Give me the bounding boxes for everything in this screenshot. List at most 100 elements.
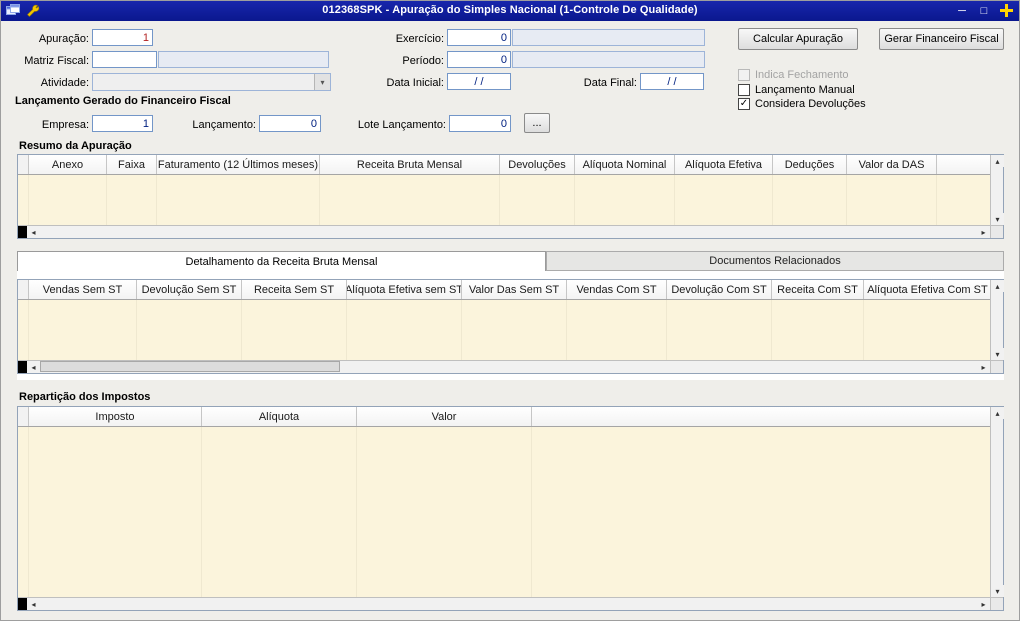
data-final-input[interactable]: / /: [640, 73, 704, 90]
empresa-label: Empresa:: [41, 119, 89, 131]
horizontal-scrollbar[interactable]: ◂ ▸: [18, 597, 990, 610]
system-window-icon[interactable]: [6, 4, 20, 18]
lancamento-input[interactable]: 0: [259, 115, 321, 132]
column-header[interactable]: Imposto: [29, 407, 202, 426]
matriz-fiscal-input[interactable]: [92, 51, 157, 68]
lote-lancamento-input[interactable]: 0: [449, 115, 511, 132]
exercicio-input[interactable]: 0: [447, 29, 511, 46]
detalhamento-grid: Vendas Sem ST Devolução Sem ST Receita S…: [17, 279, 1004, 374]
column-header[interactable]: Anexo: [29, 155, 107, 174]
checkbox-label: Considera Devoluções: [755, 98, 866, 110]
empresa-input[interactable]: 1: [92, 115, 153, 132]
column-header[interactable]: Devolução Com ST: [667, 280, 772, 299]
scroll-down-icon[interactable]: ▾: [991, 213, 1004, 225]
resumo-grid: Anexo Faixa Faturamento (12 Últimos mese…: [17, 154, 1004, 239]
horizontal-scrollbar[interactable]: ◂ ▸: [18, 360, 990, 373]
resumo-grid-header: Anexo Faixa Faturamento (12 Últimos mese…: [18, 155, 990, 175]
horizontal-scrollbar[interactable]: ◂ ▸: [18, 225, 990, 238]
column-header[interactable]: Receita Com ST: [772, 280, 864, 299]
column-header[interactable]: Faixa: [107, 155, 157, 174]
checkbox-box: [738, 69, 750, 81]
lote-browse-button[interactable]: ...: [524, 113, 550, 133]
scroll-thumb[interactable]: [40, 361, 340, 372]
scroll-left-icon[interactable]: ◂: [27, 598, 40, 610]
scroll-up-icon[interactable]: ▴: [991, 155, 1004, 167]
gerar-financeiro-fiscal-button[interactable]: Gerar Financeiro Fiscal: [879, 28, 1004, 50]
scroll-up-icon[interactable]: ▴: [991, 407, 1004, 419]
matriz-fiscal-label: Matriz Fiscal:: [24, 55, 89, 67]
column-header[interactable]: Alíquota Efetiva Com ST: [864, 280, 992, 299]
scroll-down-icon[interactable]: ▾: [991, 585, 1004, 597]
periodo-input[interactable]: 0: [447, 51, 511, 68]
column-header[interactable]: Alíquota Efetiva sem ST: [347, 280, 462, 299]
column-header[interactable]: Receita Bruta Mensal: [320, 155, 500, 174]
exercicio-label: Exercício:: [395, 33, 444, 45]
close-button[interactable]: [999, 3, 1013, 18]
lancamento-label: Lançamento:: [192, 119, 256, 131]
column-header[interactable]: Valor Das Sem ST: [462, 280, 567, 299]
column-header[interactable]: Faturamento (12 Últimos meses): [157, 155, 320, 174]
scroll-up-icon[interactable]: ▴: [991, 280, 1004, 292]
maximize-button[interactable]: □: [977, 3, 991, 18]
reparticao-grid: Imposto Alíquota Valor ▴ ▾ ◂ ▸: [17, 406, 1004, 611]
row-indicator-header: [18, 280, 29, 299]
wrench-icon[interactable]: [26, 4, 40, 18]
tab-detalhamento[interactable]: Detalhamento da Receita Bruta Mensal: [17, 251, 546, 271]
reparticao-section-title: Repartição dos Impostos: [19, 391, 151, 403]
lancamento-manual-checkbox[interactable]: Lançamento Manual: [738, 84, 855, 96]
column-header[interactable]: Alíquota Efetiva: [675, 155, 773, 174]
title-bar: 012368SPK - Apuração do Simples Nacional…: [1, 1, 1019, 21]
matriz-fiscal-description-field: [158, 51, 329, 68]
checkbox-label: Lançamento Manual: [755, 84, 855, 96]
resumo-section-title: Resumo da Apuração: [19, 140, 132, 152]
check-icon: ✓: [738, 98, 750, 110]
app-window: 012368SPK - Apuração do Simples Nacional…: [0, 0, 1020, 621]
scroll-split-handle[interactable]: [18, 226, 27, 238]
minimize-button[interactable]: ─: [955, 3, 969, 18]
column-header[interactable]: Receita Sem ST: [242, 280, 347, 299]
column-header[interactable]: Alíquota Nominal: [575, 155, 675, 174]
apuracao-label: Apuração:: [38, 33, 89, 45]
scroll-down-icon[interactable]: ▾: [991, 348, 1004, 360]
column-header[interactable]: Devolução Sem ST: [137, 280, 242, 299]
vertical-scrollbar[interactable]: ▴ ▾: [990, 407, 1004, 597]
atividade-label: Atividade:: [40, 77, 89, 89]
scroll-track[interactable]: [40, 598, 977, 610]
close-icon: [999, 4, 1013, 17]
scroll-split-handle[interactable]: [18, 598, 27, 610]
scroll-left-icon[interactable]: ◂: [27, 226, 40, 238]
scroll-split-handle[interactable]: [18, 361, 27, 373]
scrollbar-corner: [990, 225, 1003, 238]
scrollbar-corner: [990, 597, 1003, 610]
resumo-grid-body: [18, 175, 990, 225]
column-header[interactable]: Deduções: [773, 155, 847, 174]
reparticao-grid-body: [18, 427, 990, 597]
scroll-left-icon[interactable]: ◂: [27, 361, 40, 373]
column-header[interactable]: Valor: [357, 407, 532, 426]
scroll-track[interactable]: [40, 361, 977, 373]
data-final-label: Data Final:: [583, 77, 637, 89]
column-header[interactable]: Valor da DAS: [847, 155, 937, 174]
scroll-right-icon[interactable]: ▸: [977, 598, 990, 610]
considera-devolucoes-checkbox[interactable]: ✓ Considera Devoluções: [738, 98, 866, 110]
indica-fechamento-checkbox: Indica Fechamento: [738, 69, 849, 81]
column-header[interactable]: Devoluções: [500, 155, 575, 174]
tab-documentos-relacionados[interactable]: Documentos Relacionados: [546, 251, 1004, 271]
detalhamento-grid-header: Vendas Sem ST Devolução Sem ST Receita S…: [18, 280, 992, 300]
vertical-scrollbar[interactable]: ▴ ▾: [990, 280, 1004, 360]
checkbox-label: Indica Fechamento: [755, 69, 849, 81]
column-header[interactable]: Alíquota: [202, 407, 357, 426]
scroll-right-icon[interactable]: ▸: [977, 361, 990, 373]
detalhamento-grid-body: [18, 300, 990, 360]
scroll-track[interactable]: [40, 226, 977, 238]
scroll-right-icon[interactable]: ▸: [977, 226, 990, 238]
apuracao-input[interactable]: 1: [92, 29, 153, 46]
column-header[interactable]: Vendas Com ST: [567, 280, 667, 299]
calcular-apuracao-button[interactable]: Calcular Apuração: [738, 28, 858, 50]
lancamento-section-title: Lançamento Gerado do Financeiro Fiscal: [15, 95, 231, 107]
column-header[interactable]: Vendas Sem ST: [29, 280, 137, 299]
window-title: 012368SPK - Apuração do Simples Nacional…: [322, 4, 698, 16]
lote-lancamento-label: Lote Lançamento:: [357, 119, 446, 131]
vertical-scrollbar[interactable]: ▴ ▾: [990, 155, 1004, 225]
data-inicial-input[interactable]: / /: [447, 73, 511, 90]
